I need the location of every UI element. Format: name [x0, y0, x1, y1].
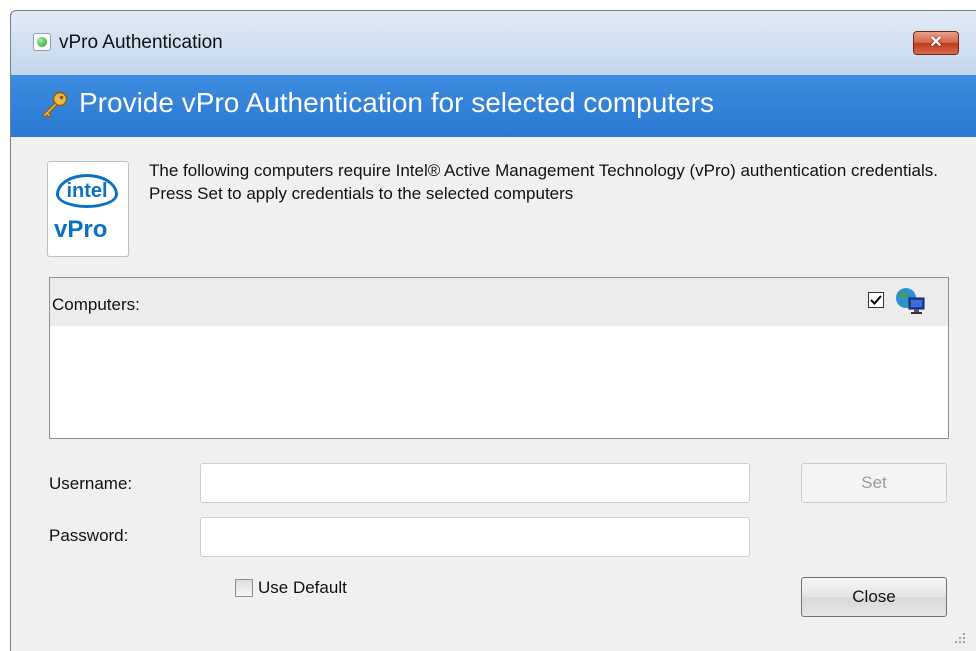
green-status-icon [33, 33, 51, 51]
header-banner: Provide vPro Authentication for selected… [11, 75, 976, 137]
computers-list-header: Computers: [50, 278, 948, 326]
set-button[interactable]: Set [801, 463, 947, 503]
username-input[interactable] [200, 463, 750, 503]
close-button[interactable]: Close [801, 577, 947, 617]
checkbox-icon[interactable] [865, 289, 884, 308]
vpro-brand: vPro [54, 216, 108, 243]
intel-brand: intel [56, 174, 118, 208]
password-input[interactable] [200, 517, 750, 557]
banner-title: Provide vPro Authentication for selected… [79, 87, 715, 118]
key-icon [42, 91, 68, 118]
computers-header-label: Computers: [52, 295, 140, 314]
description-text: The following computers require Intel® A… [149, 161, 938, 203]
username-label: Username: [49, 474, 133, 493]
dialog-content: intel vPro The following computers requi… [11, 137, 976, 651]
computers-list[interactable]: Computers: [49, 277, 949, 439]
title-bar[interactable]: vPro Authentication ✕ [11, 11, 976, 75]
resize-grip-icon[interactable] [953, 631, 967, 645]
use-default-label[interactable]: Use Default [258, 578, 347, 598]
window-close-button[interactable]: ✕ [913, 31, 959, 55]
close-icon: ✕ [929, 34, 943, 51]
use-default-checkbox[interactable] [235, 579, 253, 597]
window-title: vPro Authentication [59, 32, 223, 53]
password-label: Password: [49, 526, 129, 545]
globe-computer-icon[interactable] [894, 286, 926, 316]
dialog-window: vPro Authentication ✕ Provide vPro Authe… [10, 10, 976, 651]
intel-vpro-logo: intel vPro [47, 161, 129, 257]
